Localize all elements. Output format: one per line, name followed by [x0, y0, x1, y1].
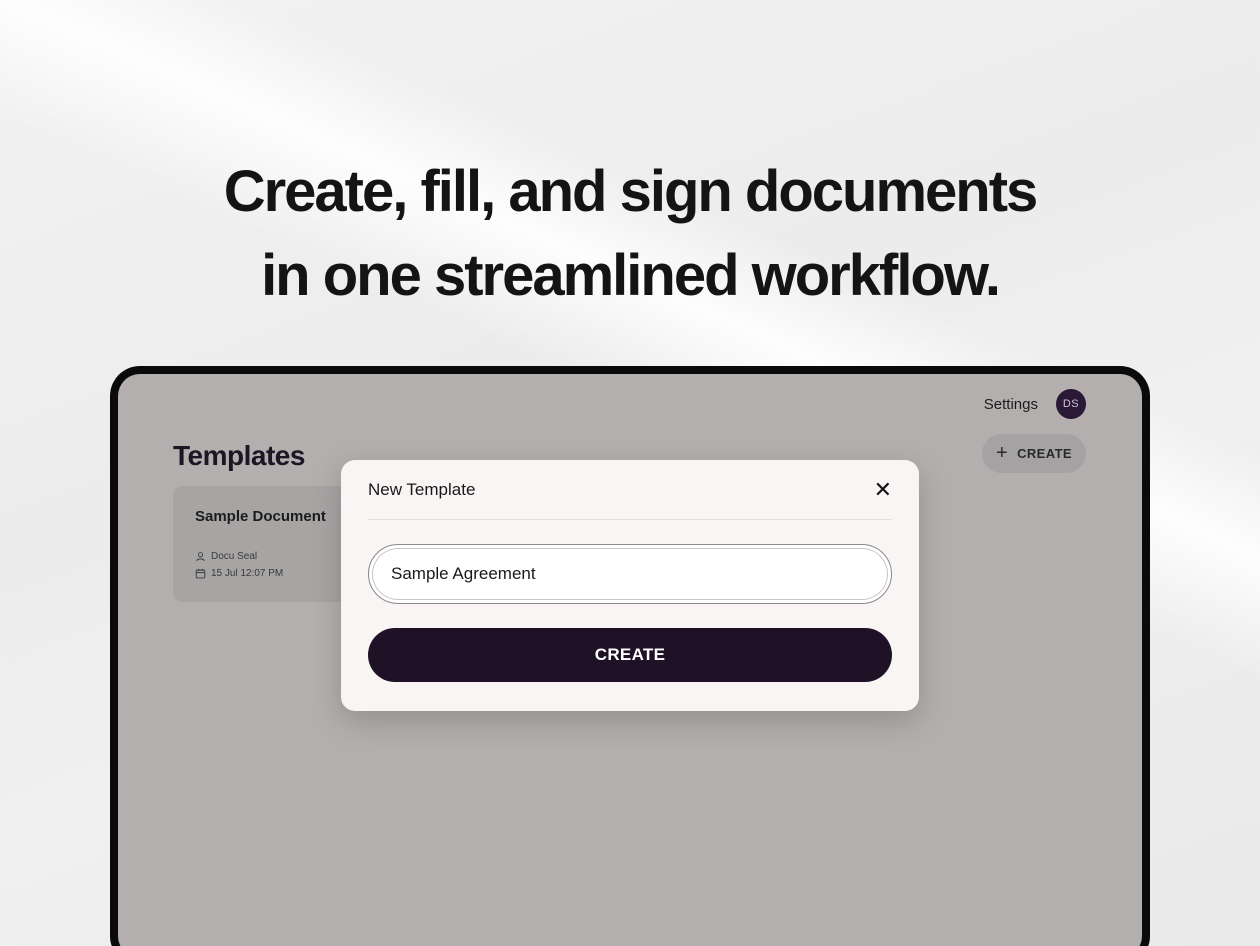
template-author-row: Docu Seal — [195, 551, 351, 562]
plus-icon: + — [996, 441, 1009, 464]
create-template-label: CREATE — [1017, 446, 1072, 461]
close-icon[interactable]: ✕ — [874, 478, 892, 501]
device-frame: Settings DS Templates + CREATE Sample Do… — [110, 366, 1150, 946]
template-card-title: Sample Document — [195, 508, 326, 525]
template-card-meta: Docu Seal 15 Jul 12:07 PM — [195, 551, 351, 579]
new-template-modal: New Template ✕ CREATE — [341, 460, 919, 711]
template-author: Docu Seal — [211, 551, 258, 562]
template-date-row: 15 Jul 12:07 PM — [195, 568, 351, 579]
settings-link[interactable]: Settings — [984, 396, 1038, 413]
headline-line-2: in one streamlined workflow. — [261, 243, 1001, 308]
modal-title: New Template — [368, 479, 476, 499]
template-date: 15 Jul 12:07 PM — [211, 568, 284, 579]
modal-header: New Template ✕ — [368, 460, 892, 520]
marketing-headline: Create, fill, and sign documents in one … — [0, 150, 1260, 318]
app-screen: Settings DS Templates + CREATE Sample Do… — [118, 374, 1142, 946]
top-nav: Settings DS — [984, 389, 1086, 419]
headline-line-1: Create, fill, and sign documents — [223, 159, 1039, 224]
user-icon — [196, 552, 205, 562]
page-title: Templates — [173, 440, 305, 471]
create-button[interactable]: CREATE — [368, 628, 892, 682]
create-template-button[interactable]: + CREATE — [982, 434, 1086, 473]
calendar-icon — [195, 568, 206, 579]
template-name-input[interactable] — [368, 544, 892, 604]
avatar[interactable]: DS — [1056, 389, 1086, 419]
